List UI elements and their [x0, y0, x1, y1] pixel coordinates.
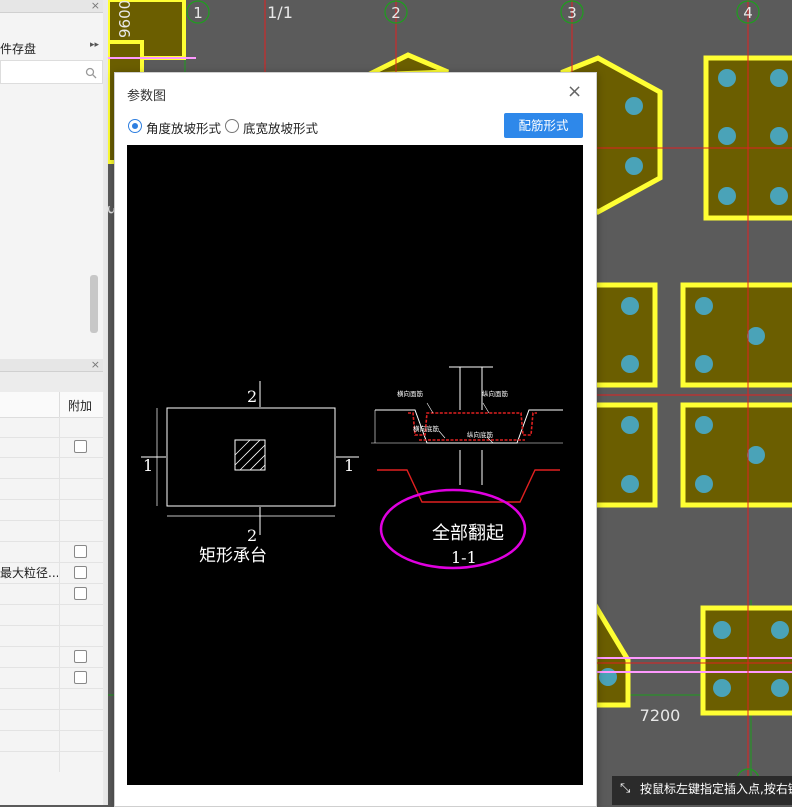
- label-bottom-longitudinal: 纵向底筋: [467, 430, 494, 439]
- radio-width-slope-label[interactable]: 底宽放坡形式: [243, 118, 318, 137]
- dialog-title: 参数图: [127, 89, 167, 104]
- attach-checkbox[interactable]: [74, 587, 87, 600]
- attach-checkbox[interactable]: [74, 650, 87, 663]
- status-text: 按鼠标左键指定插入点,按右键: [640, 782, 792, 796]
- attach-checkbox[interactable]: [74, 545, 87, 558]
- close-icon[interactable]: ×: [91, 359, 100, 371]
- section-caption: 1-1: [451, 548, 477, 567]
- plan-caption: 矩形承台: [199, 546, 267, 566]
- rebar-form-button[interactable]: 配筋形式: [504, 113, 583, 138]
- section-mark-right: 1: [344, 456, 354, 475]
- section-mark-bottom: 2: [247, 526, 257, 545]
- expand-icon[interactable]: ▸▸: [90, 40, 99, 50]
- dimension-bottom: 7200: [640, 706, 681, 725]
- left-panel: × 件存盘 ▸▸ × 附加 最大粒径...: [0, 0, 103, 805]
- parameter-dialog: 参数图 × 角度放坡形式 底宽放坡形式 配筋形式 2 2 1 1 矩形承台 横向…: [114, 72, 597, 807]
- pointer-icon: ⤡: [620, 781, 631, 796]
- panel-top-title: 件存盘: [0, 42, 37, 56]
- attach-checkbox[interactable]: [74, 671, 87, 684]
- radio-angle-slope[interactable]: [128, 119, 142, 133]
- label-top-longitudinal: 纵向面筋: [482, 389, 509, 398]
- svg-text:2: 2: [391, 4, 401, 22]
- label-bottom-horizontal: 横向底筋: [413, 424, 440, 433]
- svg-text:3: 3: [567, 4, 577, 22]
- props-header: 附加: [0, 392, 103, 418]
- svg-text:4: 4: [743, 4, 753, 22]
- section-note: 全部翻起: [432, 523, 504, 544]
- radio-width-slope[interactable]: [225, 119, 239, 133]
- attach-checkbox[interactable]: [74, 566, 87, 579]
- property-name-aggregate: 最大粒径...: [0, 566, 58, 580]
- svg-text:1: 1: [193, 4, 203, 22]
- axis-label-1-1: 1/1: [267, 3, 293, 22]
- close-icon[interactable]: ×: [91, 0, 100, 12]
- label-top-horizontal: 横向面筋: [397, 389, 424, 398]
- parameter-preview: 2 2 1 1 矩形承台 横向面筋 纵向面筋 横向底筋 纵向底筋 全部翻起 1-…: [127, 145, 583, 785]
- props-toolbar: [0, 372, 103, 392]
- column-header-attach: 附加: [68, 399, 93, 413]
- search-input[interactable]: [0, 60, 103, 84]
- panel-header-top: ×: [0, 0, 103, 13]
- section-mark-top: 2: [247, 387, 257, 406]
- attach-checkbox[interactable]: [74, 440, 87, 453]
- close-icon[interactable]: ×: [567, 81, 582, 102]
- radio-angle-slope-label[interactable]: 角度放坡形式: [146, 118, 221, 137]
- dimension-vertical: 9600: [116, 0, 134, 38]
- status-bar: ⤡ 按鼠标左键指定插入点,按右键: [612, 776, 792, 805]
- scrollbar-thumb[interactable]: [90, 275, 98, 333]
- panel-header-props: ×: [0, 359, 103, 372]
- search-icon[interactable]: [85, 64, 97, 83]
- section-mark-left: 1: [143, 456, 153, 475]
